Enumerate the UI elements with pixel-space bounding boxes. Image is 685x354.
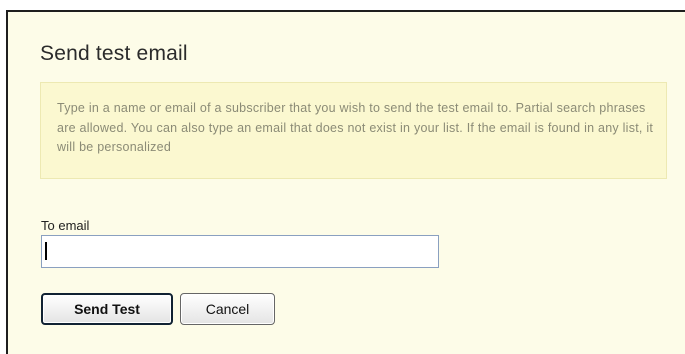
to-email-label: To email (41, 218, 90, 233)
send-test-email-dialog: Send test email Type in a name or email … (6, 10, 685, 354)
info-notice: Type in a name or email of a subscriber … (40, 82, 667, 179)
send-test-button[interactable]: Send Test (41, 293, 173, 325)
text-caret (45, 242, 47, 260)
to-email-input[interactable] (41, 235, 439, 268)
cancel-button[interactable]: Cancel (180, 293, 275, 325)
dialog-title: Send test email (40, 42, 188, 65)
